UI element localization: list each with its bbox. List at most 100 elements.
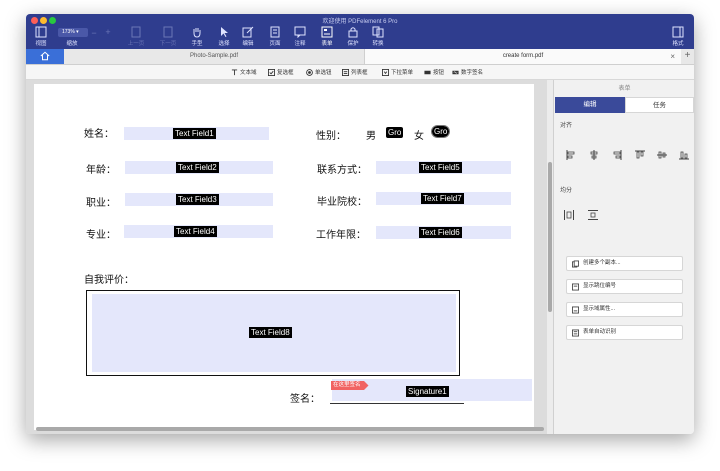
button-icon <box>424 70 431 74</box>
radio-female[interactable]: Gro <box>430 125 451 138</box>
tab-photo-sample[interactable]: Photo-Sample.pdf <box>64 49 365 64</box>
button-tool[interactable]: 按钮 <box>424 68 444 76</box>
signature-underline <box>330 403 464 404</box>
toolbar-page-button[interactable]: 页面 <box>261 26 289 47</box>
age-label: 年龄： <box>86 165 116 176</box>
cursor-icon <box>221 27 228 37</box>
main-toolbar: 欢迎使用 PDFelement 6 Pro 视图 173% ▾ 缩放 − + 上… <box>26 14 694 49</box>
checkbox-tool[interactable]: 复选框 <box>268 68 294 76</box>
text-field-8-tag: Text Field8 <box>249 327 292 338</box>
window-title: 欢迎使用 PDFelement 6 Pro <box>322 19 398 25</box>
radio-male[interactable]: Gro <box>386 127 404 138</box>
align-right-icon[interactable] <box>612 150 622 160</box>
distribute-vertical-icon[interactable] <box>588 210 598 220</box>
toolbar-prev-page-button[interactable]: 上一页 <box>122 26 150 47</box>
copy-icon <box>572 260 579 268</box>
format-panel-icon <box>672 26 684 38</box>
toolbar-format-button[interactable]: 格式 <box>664 26 692 47</box>
toolbar-zoom-label: 缩放 <box>66 41 78 47</box>
form-tools-bar: 文本域 复选框 单选钮 列表框 下拉菜单 按钮 数字签名 <box>26 65 694 80</box>
show-tab-order-button[interactable]: 显示跳位编号 <box>566 279 683 294</box>
align-center-h-icon[interactable] <box>589 150 599 160</box>
major-label: 专业： <box>86 230 116 241</box>
toolbar-view-button[interactable]: 视图 <box>27 26 55 47</box>
signature-icon <box>452 70 459 74</box>
form-properties-panel: 表单 编辑 任务 对齐 均分 创建多个副本... 显示跳位编号 显示域属性...… <box>553 80 694 434</box>
text-field-6-tag: Text Field6 <box>419 227 462 238</box>
new-tab-button[interactable]: + <box>681 49 694 64</box>
list-box-icon <box>342 68 349 76</box>
male-label: 男 <box>366 131 376 142</box>
text-field-icon <box>231 68 238 75</box>
home-tab[interactable] <box>26 49 64 64</box>
edit-icon <box>242 26 254 38</box>
tab-task[interactable]: 任务 <box>625 97 694 113</box>
radio-icon <box>306 68 313 76</box>
align-section-label: 对齐 <box>560 123 573 129</box>
text-field-2-tag: Text Field2 <box>176 162 219 173</box>
lock-icon <box>348 27 358 38</box>
sign-here-flag: 在这里签名 <box>331 381 369 390</box>
list-box-tool[interactable]: 列表框 <box>342 68 368 76</box>
horizontal-scrollbar[interactable] <box>34 426 546 432</box>
toolbar-comment-button[interactable]: 注释 <box>286 26 314 47</box>
document-viewport: 姓名： Text Field1 年龄： Text Field2 职业： Text… <box>26 80 553 434</box>
close-tab-icon[interactable]: × <box>670 49 675 64</box>
toolbar-edit-button[interactable]: 编辑 <box>234 26 262 47</box>
text-field-7-tag: Text Field7 <box>421 193 464 204</box>
tab-edit[interactable]: 编辑 <box>555 97 625 113</box>
toolbar-form-button[interactable]: 表单 <box>313 26 341 47</box>
zoom-out-button[interactable]: − <box>88 28 100 38</box>
female-label: 女 <box>414 131 424 142</box>
page-up-icon <box>131 26 141 38</box>
toolbar-next-page-button[interactable]: 下一页 <box>154 26 182 47</box>
signature-field-tag: Signature1 <box>406 386 449 397</box>
align-left-icon[interactable] <box>566 150 576 160</box>
self-eval-label: 自我评价： <box>84 275 134 286</box>
radio-button-tool[interactable]: 单选钮 <box>306 68 332 76</box>
toolbar-protect-button[interactable]: 保护 <box>339 26 367 47</box>
form-auto-recognize-button[interactable]: 表单自动识别 <box>566 325 683 340</box>
gender-label: 性别： <box>316 131 346 142</box>
tab-create-form[interactable]: create form.pdf × <box>365 49 681 64</box>
text-field-tool[interactable]: 文本域 <box>231 68 257 76</box>
toolbar-hand-button[interactable]: 手型 <box>183 26 211 47</box>
text-field-5-tag: Text Field5 <box>419 162 462 173</box>
sidebar-icon <box>35 26 47 38</box>
dropdown-tool[interactable]: 下拉菜单 <box>382 68 413 76</box>
zoom-select[interactable]: 173% ▾ <box>58 28 88 37</box>
horizontal-scroll-thumb[interactable] <box>36 427 544 431</box>
align-middle-v-icon[interactable] <box>657 150 667 160</box>
text-field-3-tag: Text Field3 <box>176 194 219 205</box>
show-field-properties-button[interactable]: 显示域属性... <box>566 302 683 317</box>
convert-icon <box>372 26 384 38</box>
zoom-in-button[interactable]: + <box>102 27 114 37</box>
hand-icon <box>193 28 201 38</box>
contact-label: 联系方式： <box>317 165 367 176</box>
name-label: 姓名： <box>84 129 114 140</box>
sign-label: 签名： <box>290 394 320 405</box>
page-down-icon <box>163 26 173 38</box>
align-bottom-icon[interactable] <box>679 150 689 160</box>
properties-icon <box>572 306 579 314</box>
distribute-section-label: 均分 <box>560 188 573 194</box>
text-field-1-tag: Text Field1 <box>173 128 216 139</box>
comment-icon <box>294 26 306 38</box>
years-label: 工作年限： <box>316 230 366 241</box>
app-window: 欢迎使用 PDFelement 6 Pro 视图 173% ▾ 缩放 − + 上… <box>26 14 694 434</box>
dropdown-icon <box>382 68 389 76</box>
home-icon <box>40 51 50 61</box>
checkbox-icon <box>268 68 275 76</box>
job-label: 职业： <box>86 198 116 209</box>
text-field-4-tag: Text Field4 <box>174 226 217 237</box>
digital-signature-tool[interactable]: 数字签名 <box>452 68 483 76</box>
distribute-horizontal-icon[interactable] <box>564 210 574 220</box>
vertical-scroll-thumb[interactable] <box>548 162 552 312</box>
auto-recognize-icon <box>572 329 579 337</box>
pdf-page: 姓名： Text Field1 年龄： Text Field2 职业： Text… <box>34 84 534 430</box>
toolbar-convert-button[interactable]: 转换 <box>364 26 392 47</box>
panel-title: 表单 <box>618 86 631 92</box>
create-copies-button[interactable]: 创建多个副本... <box>566 256 683 271</box>
form-icon <box>321 26 333 38</box>
align-top-icon[interactable] <box>635 150 645 160</box>
